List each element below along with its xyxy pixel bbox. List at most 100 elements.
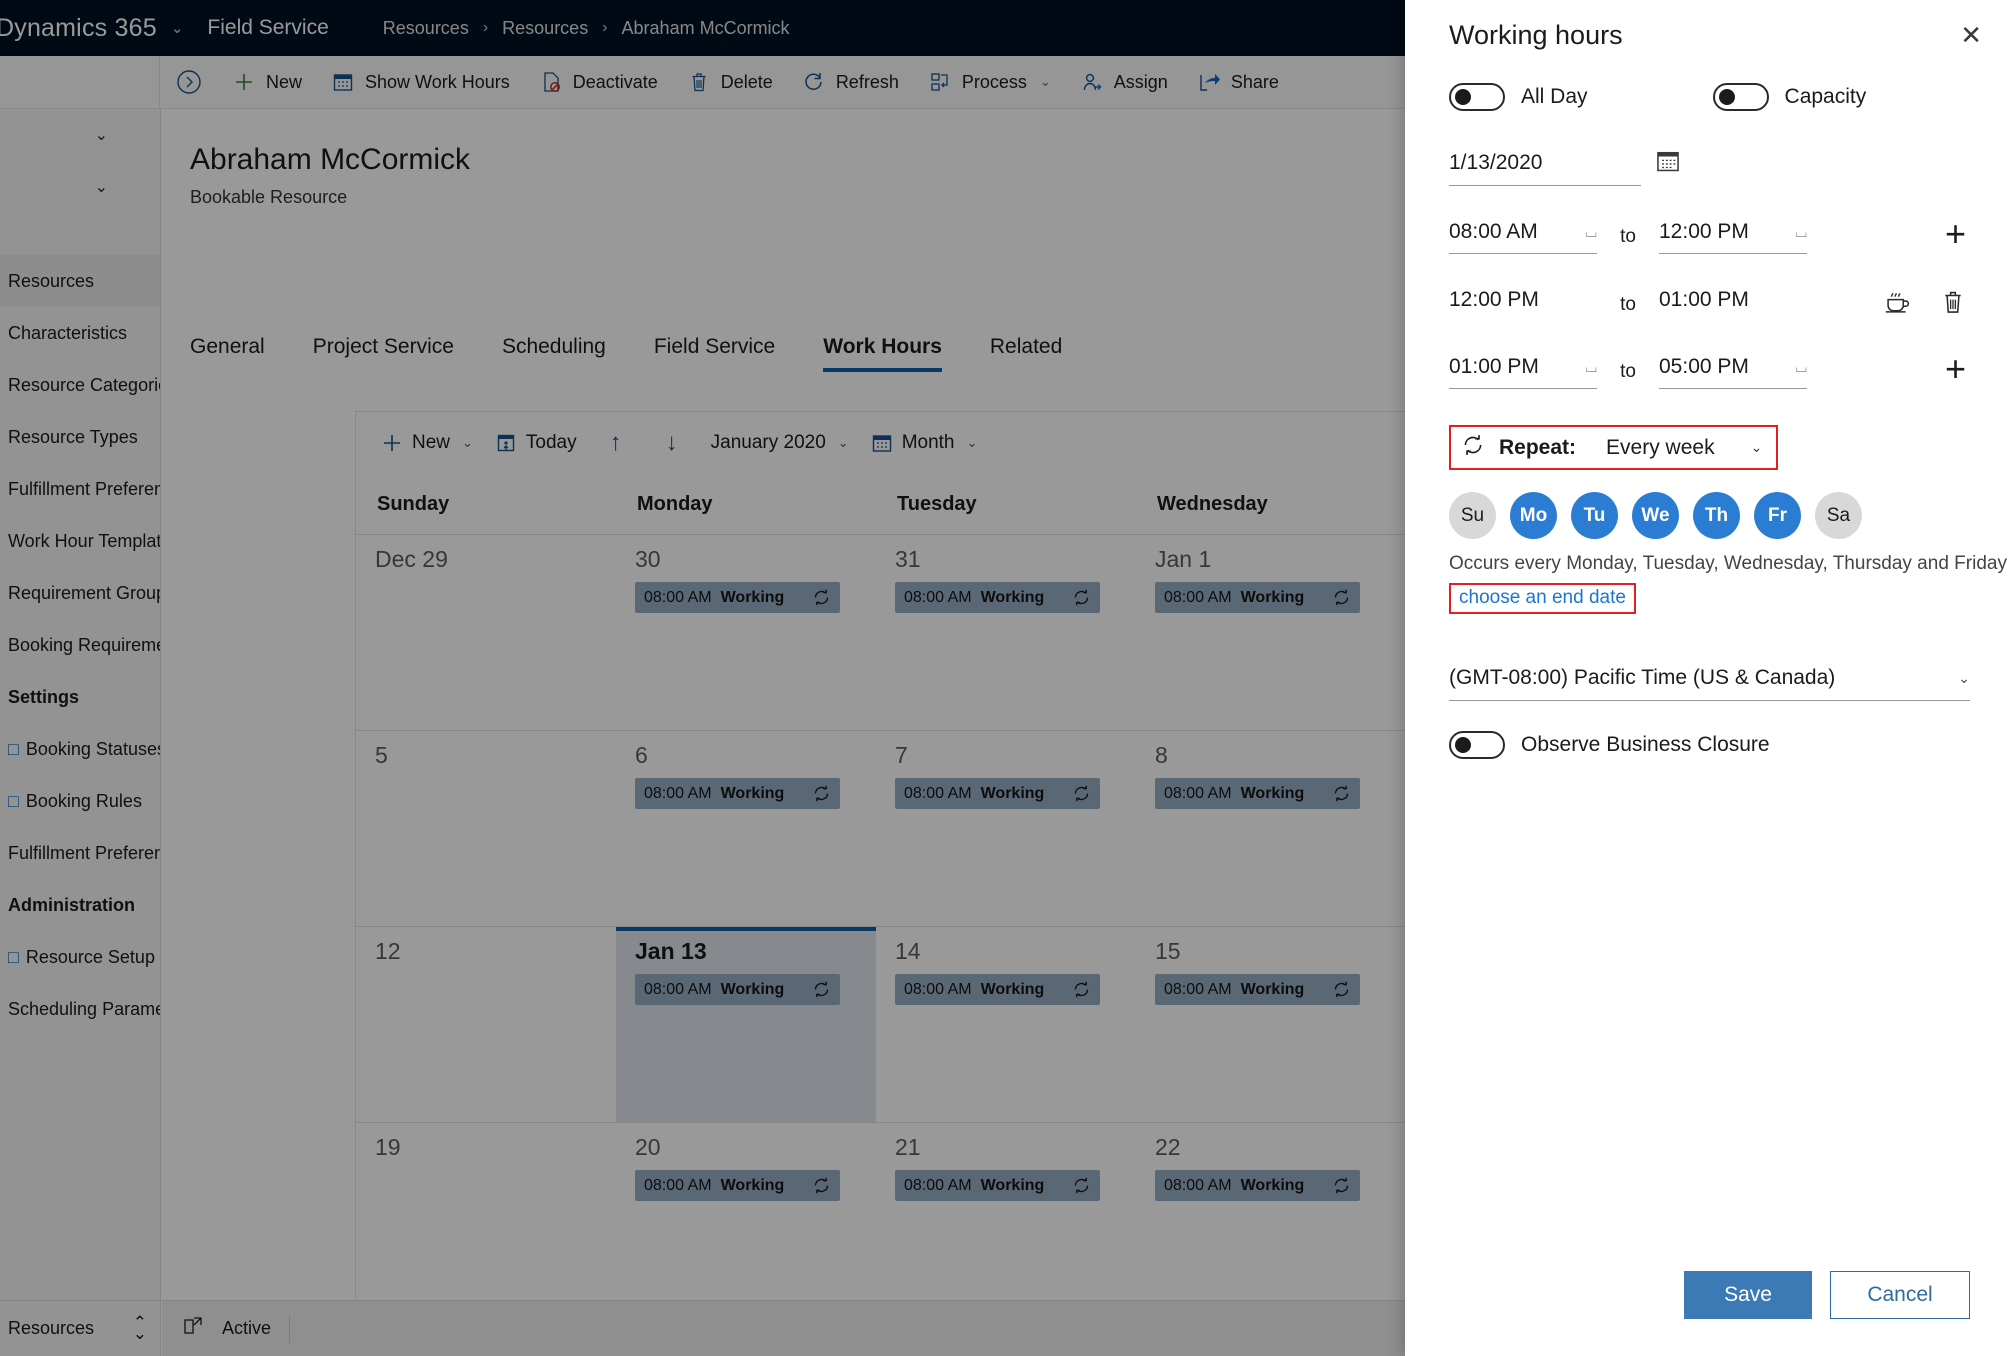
sidebar-item-resource-categories[interactable]: Resource Categories — [0, 359, 160, 411]
weekday-pill-fr[interactable]: Fr — [1754, 492, 1801, 539]
tab-work-hours[interactable]: Work Hours — [823, 335, 962, 372]
observe-business-closure-toggle[interactable] — [1449, 731, 1505, 759]
date-field[interactable]: 1/13/2020 — [1449, 151, 1679, 186]
end-time-field[interactable]: 12:00 PM ⌴ — [1659, 220, 1807, 254]
breadcrumb-item-1[interactable]: Resources — [383, 18, 469, 39]
capacity-toggle[interactable] — [1712, 83, 1769, 111]
chevron-down-icon[interactable]: ⌄ — [967, 435, 978, 451]
cancel-button[interactable]: Cancel — [1830, 1271, 1970, 1319]
work-hours-event-chip[interactable]: 08:00 AM Working — [1155, 1170, 1360, 1201]
save-button[interactable]: Save — [1684, 1271, 1812, 1319]
work-hours-event-chip[interactable]: 08:00 AM Working — [635, 582, 840, 613]
calendar-view-selector[interactable]: Month ⌄ — [860, 432, 989, 454]
chevron-down-icon[interactable]: ⌴ — [1586, 224, 1597, 241]
tab-field-service[interactable]: Field Service — [654, 335, 795, 372]
calendar-day-cell[interactable]: 15 08:00 AM Working — [1136, 927, 1396, 1122]
calendar-day-cell[interactable]: 8 08:00 AM Working — [1136, 731, 1396, 926]
calendar-new-button[interactable]: New ⌄ — [370, 432, 484, 454]
chevron-down-icon[interactable]: ⌄ — [1958, 670, 1970, 687]
work-hours-event-chip[interactable]: 08:00 AM Working — [635, 778, 840, 809]
choose-end-date-link[interactable]: choose an end date — [1459, 587, 1626, 608]
weekday-pill-su[interactable]: Su — [1449, 492, 1496, 539]
calendar-day-cell[interactable]: 21 08:00 AM Working — [876, 1123, 1136, 1318]
calendar-today-button[interactable]: Today — [484, 432, 588, 454]
weekday-pill-th[interactable]: Th — [1693, 492, 1740, 539]
work-hours-event-chip[interactable]: 08:00 AM Working — [635, 974, 840, 1005]
command-show-work-hours-button[interactable]: Show Work Hours — [317, 56, 525, 109]
start-time-field[interactable]: 08:00 AM ⌴ — [1449, 220, 1597, 254]
breadcrumb-item-2[interactable]: Resources — [502, 18, 588, 39]
area-switcher-icon[interactable]: ⌃ ⌄ — [133, 1314, 147, 1341]
calendar-day-cell[interactable]: Jan 1 08:00 AM Working — [1136, 535, 1396, 730]
all-day-toggle-group[interactable]: All Day — [1449, 83, 1588, 111]
calendar-day-cell[interactable]: 12 — [356, 927, 616, 1122]
sidebar-item-fulfillment-preferences[interactable]: Fulfillment Preferences — [0, 827, 160, 879]
open-record-icon[interactable] — [182, 1315, 204, 1342]
sidebar-item-resources[interactable]: Resources — [0, 255, 160, 307]
sidebar-item-work-hour-templates[interactable]: Work Hour Templates — [0, 515, 160, 567]
calendar-day-cell[interactable]: Jan 13 08:00 AM Working — [616, 927, 876, 1122]
sidebar-item-requirement-group[interactable]: Requirement Group ... — [0, 567, 160, 619]
chevron-down-icon[interactable]: ⌴ — [1796, 359, 1807, 376]
command-refresh-button[interactable]: Refresh — [788, 56, 914, 109]
chevron-down-icon[interactable]: ⌴ — [1586, 359, 1597, 376]
calendar-day-cell[interactable]: 6 08:00 AM Working — [616, 731, 876, 926]
tab-general[interactable]: General — [190, 335, 285, 372]
sidebar-footer-switcher[interactable]: Resources ⌃ ⌄ — [0, 1300, 160, 1356]
delete-time-range-button[interactable] — [1940, 289, 1966, 320]
sidebar-item-booking-statuses[interactable]: □ Booking Statuses — [0, 723, 160, 775]
sidebar-group-chevron-icon[interactable]: ⌄ — [0, 109, 160, 161]
calendar-day-cell[interactable]: 31 08:00 AM Working — [876, 535, 1136, 730]
weekday-pill-tu[interactable]: Tu — [1571, 492, 1618, 539]
chevron-down-icon[interactable]: ⌄ — [462, 435, 473, 451]
command-process-button[interactable]: Process ⌄ — [914, 56, 1066, 109]
calendar-day-cell[interactable]: 19 — [356, 1123, 616, 1318]
tab-project-service[interactable]: Project Service — [313, 335, 474, 372]
command-assign-button[interactable]: Assign — [1066, 56, 1183, 109]
calendar-day-cell[interactable]: Dec 29 — [356, 535, 616, 730]
repeat-selector[interactable]: Repeat: Every week ⌄ — [1449, 425, 1779, 470]
sidebar-item-resource-setup-meta[interactable]: □ Resource Setup Meta... — [0, 931, 160, 983]
chevron-down-icon[interactable]: ⌄ — [838, 435, 849, 451]
end-time-field[interactable]: 01:00 PM — [1659, 288, 1807, 321]
calendar-picker-icon[interactable] — [1655, 148, 1681, 179]
timezone-selector[interactable]: (GMT-08:00) Pacific Time (US & Canada) ⌄ — [1449, 666, 1970, 701]
work-hours-event-chip[interactable]: 08:00 AM Working — [895, 1170, 1100, 1201]
calendar-day-cell[interactable]: 30 08:00 AM Working — [616, 535, 876, 730]
calendar-day-cell[interactable]: 22 08:00 AM Working — [1136, 1123, 1396, 1318]
chevron-down-icon[interactable]: ⌄ — [1040, 74, 1051, 90]
calendar-day-cell[interactable]: 7 08:00 AM Working — [876, 731, 1136, 926]
weekday-pill-we[interactable]: We — [1632, 492, 1679, 539]
sidebar-item-booking-rules[interactable]: □ Booking Rules — [0, 775, 160, 827]
all-day-toggle[interactable] — [1449, 83, 1505, 111]
chevron-down-icon[interactable]: ⌄ — [1751, 439, 1763, 456]
command-delete-button[interactable]: Delete — [673, 56, 788, 109]
tab-scheduling[interactable]: Scheduling — [502, 335, 626, 372]
business-closure-toggle-group[interactable]: Observe Business Closure — [1449, 731, 1770, 759]
sidebar-item-fulfillment-preferency-models[interactable]: Fulfillment Preferency Models — [0, 463, 160, 515]
arrow-down-icon[interactable]: ↓ — [644, 429, 700, 457]
command-share-button[interactable]: Share — [1183, 56, 1294, 109]
close-icon[interactable]: ✕ — [1950, 12, 1992, 58]
collapse-chevron-icon[interactable] — [160, 68, 218, 96]
sidebar-item-characteristics[interactable]: Characteristics — [0, 307, 160, 359]
calendar-day-cell[interactable]: 20 08:00 AM Working — [616, 1123, 876, 1318]
work-hours-event-chip[interactable]: 08:00 AM Working — [635, 1170, 840, 1201]
end-time-field[interactable]: 05:00 PM ⌴ — [1659, 355, 1807, 389]
work-hours-event-chip[interactable]: 08:00 AM Working — [895, 974, 1100, 1005]
start-time-field[interactable]: 12:00 PM — [1449, 288, 1597, 321]
chevron-down-icon[interactable]: ⌴ — [1796, 224, 1807, 241]
calendar-day-cell[interactable]: 5 — [356, 731, 616, 926]
sidebar-group-chevron-icon[interactable]: ⌄ — [0, 161, 160, 213]
end-date-link-wrapper[interactable]: choose an end date — [1449, 583, 1636, 614]
add-time-range-button[interactable]: + — [1945, 351, 1966, 387]
command-deactivate-button[interactable]: Deactivate — [525, 56, 673, 109]
command-new-button[interactable]: New — [218, 56, 317, 109]
sidebar-item-scheduling-parameters[interactable]: Scheduling Parameters — [0, 983, 160, 1035]
arrow-up-icon[interactable]: ↑ — [588, 429, 644, 457]
calendar-period-selector[interactable]: January 2020 ⌄ — [700, 432, 860, 454]
break-coffee-icon[interactable] — [1884, 288, 1912, 321]
work-hours-event-chip[interactable]: 08:00 AM Working — [895, 778, 1100, 809]
weekday-pill-sa[interactable]: Sa — [1815, 492, 1862, 539]
sidebar-item-booking-requirement-statuses[interactable]: Booking Requirement Statuses — [0, 619, 160, 671]
